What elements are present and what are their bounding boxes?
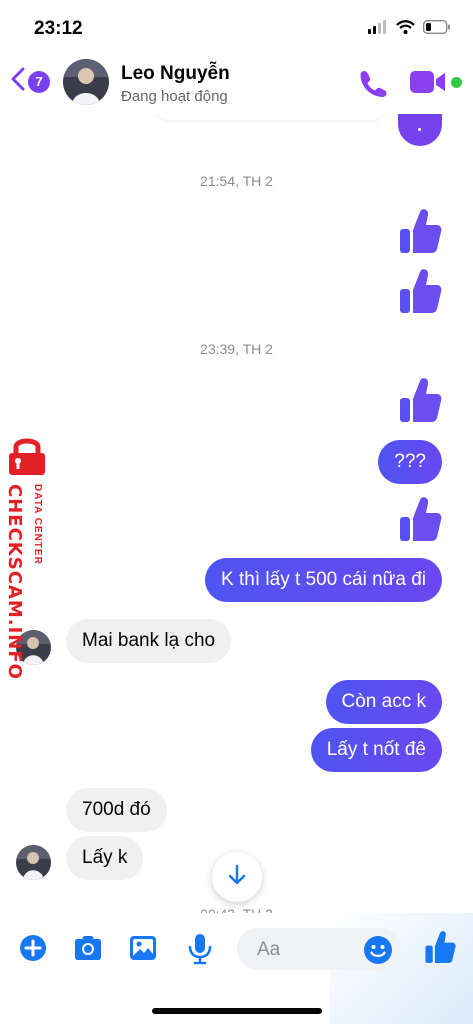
thumbs-up-icon[interactable]: [398, 208, 442, 259]
battery-icon: [422, 19, 451, 39]
thumbs-up-icon[interactable]: [398, 268, 442, 319]
thumbs-up-icon[interactable]: [424, 930, 456, 969]
microphone-icon[interactable]: [186, 933, 214, 970]
sent-message[interactable]: Lấy t nốt đê: [310, 728, 442, 772]
scroll-to-bottom-button[interactable]: [212, 852, 262, 902]
padlock-icon: [5, 436, 49, 481]
back-button[interactable]: 7: [10, 67, 50, 96]
contact-avatar-small[interactable]: [16, 845, 51, 880]
watermark: CHECKSCAM.INFO DATA CENTER: [2, 436, 50, 680]
online-indicator: [451, 77, 462, 88]
thumbs-up-icon[interactable]: [398, 377, 442, 428]
home-indicator[interactable]: [152, 1008, 322, 1014]
message-input-placeholder: Aa: [257, 939, 281, 960]
contact-avatar[interactable]: [63, 59, 109, 105]
smiley-icon[interactable]: [363, 935, 393, 970]
received-message[interactable]: Lấy k: [66, 836, 144, 880]
arrow-down-icon: [226, 864, 248, 891]
video-camera-icon[interactable]: [409, 69, 447, 100]
received-message[interactable]: 700d đó: [66, 788, 167, 832]
watermark-subtext: DATA CENTER: [32, 484, 43, 565]
chat-header: 7 Leo Nguyễn Đang hoạt động: [0, 52, 473, 114]
phone-icon[interactable]: [358, 68, 388, 103]
image-icon[interactable]: [128, 933, 158, 968]
contact-name[interactable]: Leo Nguyễn: [121, 63, 230, 85]
wifi-icon: [396, 20, 415, 39]
sent-message[interactable]: K thì lấy t 500 cái nữa đi: [205, 558, 442, 602]
message-input[interactable]: Aa: [237, 928, 401, 970]
status-icons: [368, 19, 451, 39]
sent-message[interactable]: ???: [378, 440, 442, 484]
camera-icon[interactable]: [72, 933, 104, 968]
sent-message[interactable]: Còn acc k: [325, 680, 442, 724]
thumbs-up-icon[interactable]: [398, 496, 442, 547]
signal-icon: [368, 20, 388, 39]
timestamp: 21:54, TH 2: [200, 173, 273, 189]
timestamp: 23:39, TH 2: [200, 341, 273, 357]
status-bar: 23:12: [0, 0, 473, 52]
watermark-text: CHECKSCAM.INFO: [4, 484, 25, 680]
unread-badge: 7: [28, 70, 50, 93]
back-chevron-icon: [10, 67, 26, 96]
plus-icon[interactable]: [18, 933, 48, 968]
received-message[interactable]: Mai bank lạ cho: [66, 619, 232, 663]
contact-status: Đang hoạt động: [121, 88, 228, 105]
status-time: 23:12: [34, 18, 83, 39]
